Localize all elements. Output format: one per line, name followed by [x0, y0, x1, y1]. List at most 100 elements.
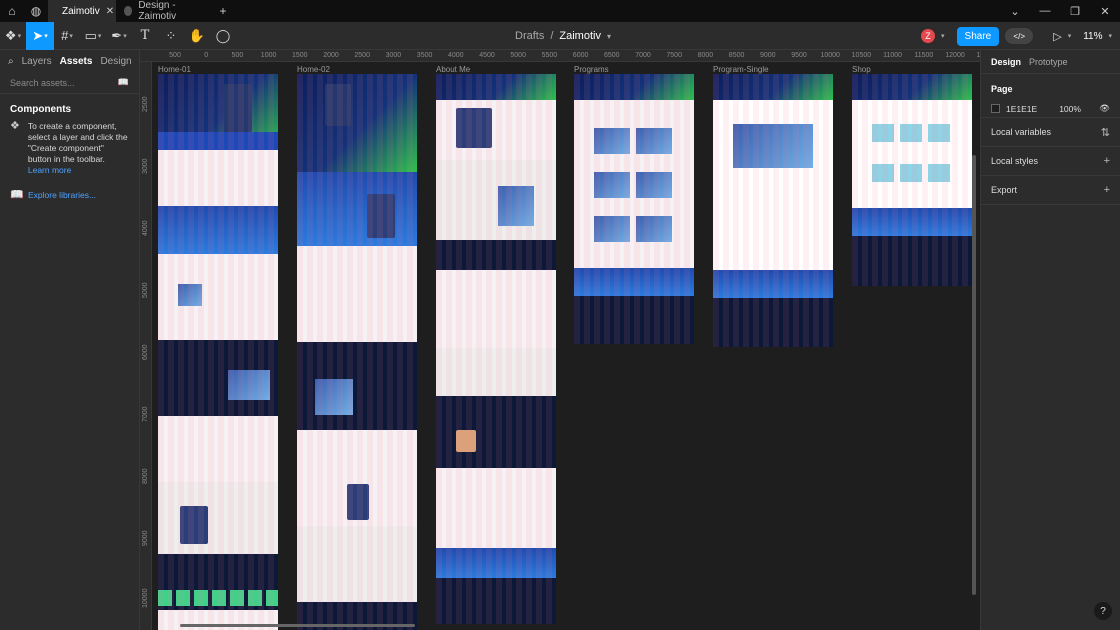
shape-tool[interactable]: ▭ ▾ [80, 22, 106, 50]
tab-design[interactable]: Design [991, 57, 1021, 67]
ruler-tick-label: 2000 [323, 52, 339, 59]
play-icon[interactable]: ▷ [1053, 30, 1061, 43]
ruler-tick-label: 6000 [572, 52, 589, 59]
page-color-swatch[interactable] [991, 104, 1000, 113]
rectangle-icon: ▭ [84, 27, 97, 43]
program-card-image [594, 216, 630, 242]
bio-portrait [456, 108, 492, 148]
chevron-down-icon: ▾ [69, 32, 73, 40]
frame-label-home-01[interactable]: Home-01 [158, 65, 191, 74]
faq-section [158, 610, 278, 630]
page-header [713, 74, 833, 100]
chevron-down-icon[interactable]: ▾ [1068, 32, 1072, 40]
frame-home-01[interactable] [158, 74, 278, 630]
approach-image [228, 370, 270, 400]
search-icon[interactable]: ⌕ [8, 56, 14, 67]
frame-label-programs[interactable]: Programs [574, 65, 609, 74]
stats-section [436, 240, 556, 270]
hero-portrait [224, 84, 252, 132]
add-style-icon[interactable]: + [1104, 155, 1110, 167]
learn-more-link[interactable]: Learn more [28, 165, 71, 175]
library-icon[interactable]: 📖 [118, 77, 129, 88]
local-styles-row[interactable]: Local styles + [981, 147, 1120, 176]
minimize-icon[interactable]: — [1030, 5, 1060, 18]
frame-label-home-02[interactable]: Home-02 [297, 65, 330, 74]
ruler-tick-label: 3000 [385, 52, 402, 59]
ruler-tick-label: 2500 [142, 96, 149, 112]
comment-tool[interactable]: ◯ [210, 22, 236, 50]
footer-section [436, 578, 556, 624]
ruler-tick-label: 11000 [883, 52, 903, 59]
ruler-tick-label: 10000 [142, 588, 149, 608]
cta-section [713, 270, 833, 298]
ruler-tick-label: 4000 [142, 220, 149, 236]
explore-libraries[interactable]: 📖 Explore libraries... [0, 190, 139, 201]
close-tab-icon[interactable]: ✕ [106, 6, 114, 17]
program-card-image [636, 172, 672, 198]
close-window-icon[interactable]: ✕ [1090, 5, 1120, 18]
frame-shop[interactable] [852, 74, 972, 286]
maximize-icon[interactable]: ❐ [1060, 5, 1090, 18]
horizontal-scrollbar[interactable] [180, 624, 415, 627]
pen-tool[interactable]: ✒ ▾ [106, 22, 132, 50]
tab-zaimotiv[interactable]: Zaimotiv ✕ [48, 0, 116, 22]
title-bar: ⌂ ◍ Zaimotiv ✕ Design - Zaimotiv + ⌄ — ❐… [0, 0, 1120, 22]
search-assets-input[interactable]: Search assets... 📖 [0, 72, 139, 94]
page-fill-row[interactable]: 1E1E1E 100% 👁 [981, 100, 1120, 118]
resources-icon: ⁘ [165, 27, 177, 43]
vertical-scrollbar[interactable] [972, 155, 976, 595]
tab-design-zaimotiv[interactable]: Design - Zaimotiv [116, 0, 211, 22]
frame-programs[interactable] [574, 74, 694, 344]
story-image [498, 186, 534, 226]
chevron-down-icon[interactable]: ▾ [1108, 32, 1112, 40]
avatar[interactable]: Z [921, 29, 936, 43]
text-icon: T [140, 28, 150, 43]
new-tab-button[interactable]: + [211, 0, 235, 22]
hero-portrait [325, 84, 351, 126]
tab-layers[interactable]: Layers [22, 56, 52, 67]
home-icon[interactable]: ⌂ [0, 0, 24, 22]
page-opacity-value[interactable]: 100% [1059, 104, 1081, 114]
globe-icon[interactable]: ◍ [24, 0, 48, 22]
frame-program-single[interactable] [713, 74, 833, 347]
values-section [436, 270, 556, 348]
page-color-value[interactable]: 1E1E1E [1006, 104, 1037, 114]
local-variables-row[interactable]: Local variables ⇅ [981, 118, 1120, 147]
dropdown-icon[interactable]: ⌄ [1000, 5, 1030, 18]
article-image [733, 124, 813, 168]
text-tool[interactable]: T [132, 22, 158, 50]
frame-tool[interactable]: # ▾ [54, 22, 80, 50]
chevron-down-icon[interactable]: ▾ [941, 32, 945, 40]
frame-about-me[interactable] [436, 74, 556, 624]
chevron-down-icon[interactable]: ▾ [607, 32, 611, 41]
dev-mode-toggle[interactable]: </> [1005, 28, 1034, 44]
frame-label-about-me[interactable]: About Me [436, 65, 470, 74]
variables-settings-icon[interactable]: ⇅ [1101, 126, 1110, 139]
chevron-down-icon: ▾ [123, 32, 127, 40]
mode-dropdown[interactable]: Design [100, 56, 131, 67]
tab-assets[interactable]: Assets [60, 56, 93, 67]
eye-icon[interactable]: 👁 [1099, 103, 1110, 114]
canvas[interactable]: 500 0 500 1000 1500 2000 2500 3000 3500 4000 4500 5… [140, 50, 980, 630]
zoom-level[interactable]: 11% [1083, 31, 1102, 42]
frame-home-02[interactable] [297, 74, 417, 630]
program-card-image [594, 172, 630, 198]
frame-label-program-single[interactable]: Program-Single [713, 65, 769, 74]
ruler-tick-label: 500 [231, 52, 244, 59]
resources-tool[interactable]: ⁘ [158, 22, 184, 50]
explore-libraries-link[interactable]: Explore libraries... [28, 190, 96, 201]
chevron-down-icon: ▾ [44, 32, 48, 40]
main-menu-button[interactable]: ❖ ▾ [0, 22, 26, 50]
ruler-tick-label: 0 [204, 52, 209, 59]
share-button[interactable]: Share [956, 26, 1000, 46]
export-row[interactable]: Export + [981, 176, 1120, 205]
ruler-tick-label: 5000 [510, 52, 526, 59]
frame-label-shop[interactable]: Shop [852, 65, 871, 74]
breadcrumb-file[interactable]: Zaimotiv [559, 30, 601, 42]
tab-prototype[interactable]: Prototype [1029, 57, 1068, 67]
add-export-icon[interactable]: + [1104, 184, 1110, 196]
breadcrumb-project[interactable]: Drafts [515, 30, 544, 42]
hand-tool[interactable]: ✋ [184, 22, 210, 50]
move-tool[interactable]: ➤ ▾ [26, 21, 54, 50]
help-button[interactable]: ? [1094, 602, 1112, 620]
